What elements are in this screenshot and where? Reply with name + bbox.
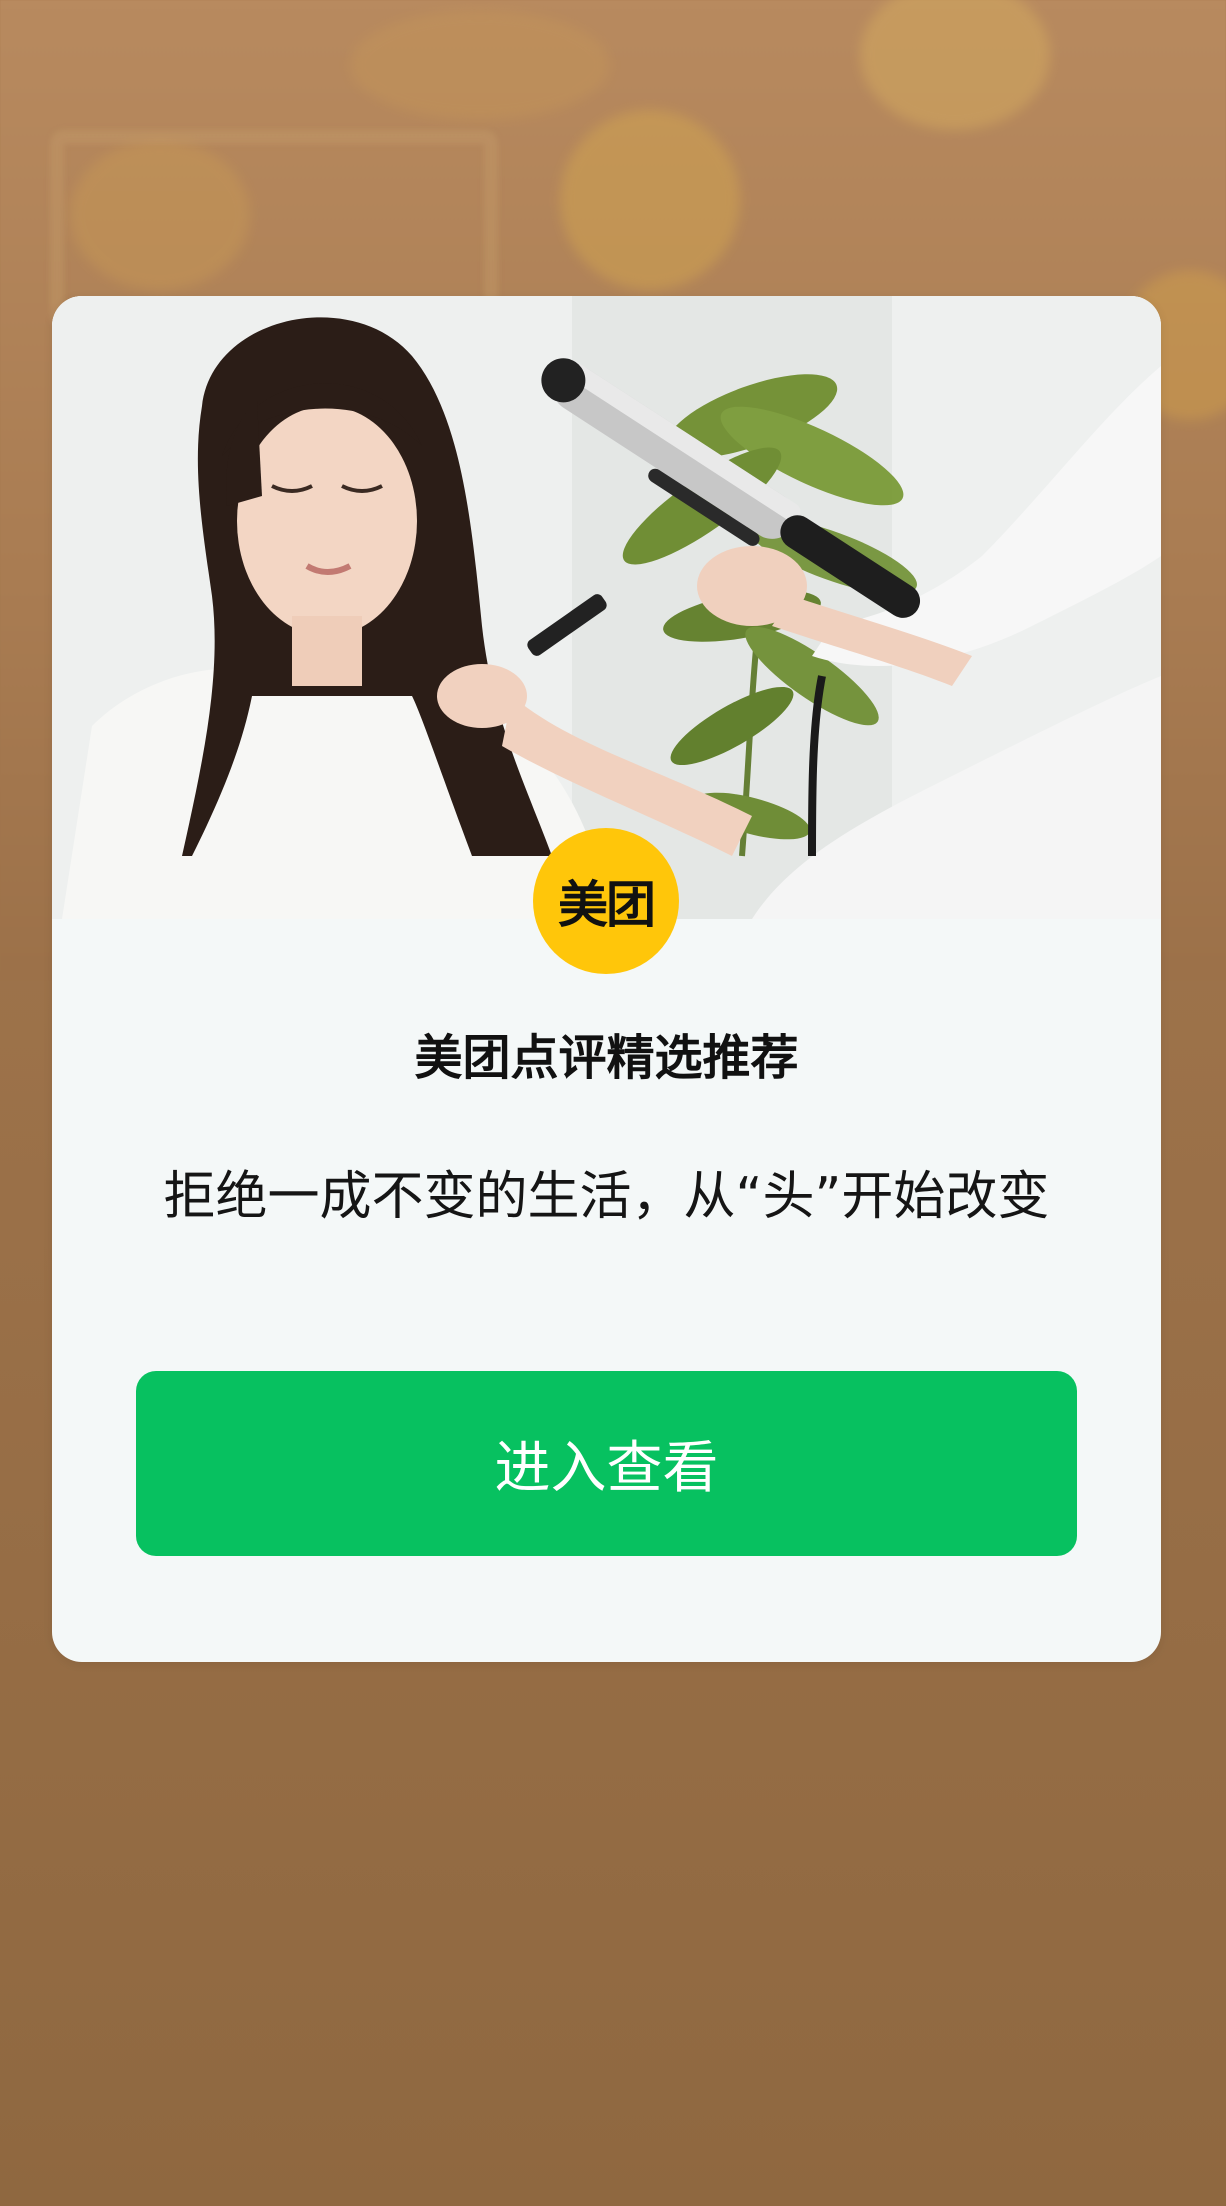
card-title: 美团点评精选推荐 — [414, 1030, 799, 1086]
logo-text: 美团 — [558, 876, 656, 934]
background-blur-shape — [350, 10, 610, 120]
enter-view-button-label: 进入查看 — [494, 1436, 719, 1501]
hair-salon-illustration — [52, 296, 1161, 919]
card-subtitle: 拒绝一成不变的生活，从“头”开始改变 — [163, 1167, 1050, 1227]
background-blur-shape — [560, 110, 740, 290]
hero-image — [52, 296, 1161, 919]
enter-view-button[interactable]: 进入查看 — [136, 1371, 1077, 1556]
meituan-logo: 美团 — [533, 828, 679, 974]
promo-card: 美团 美团点评精选推荐 拒绝一成不变的生活，从“头”开始改变 进入查看 — [52, 296, 1161, 1662]
